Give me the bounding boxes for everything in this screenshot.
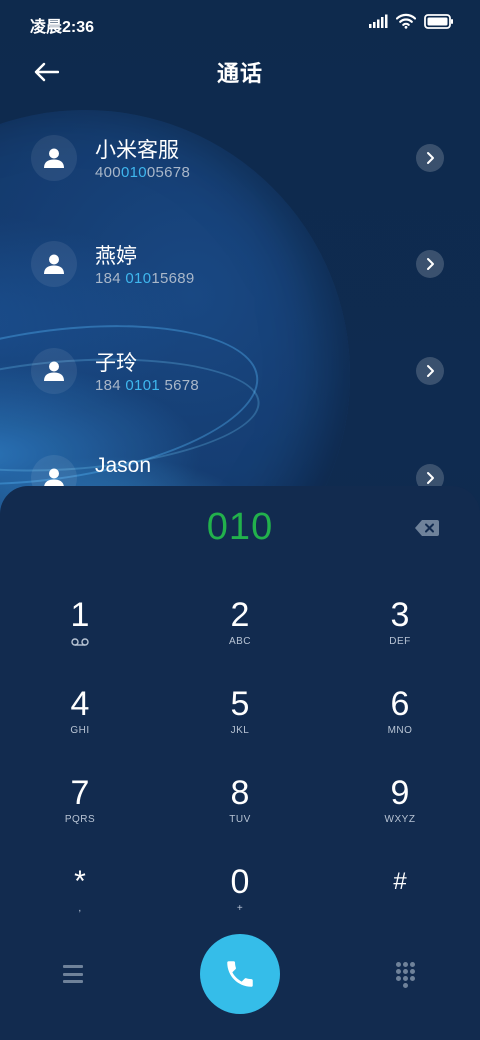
- key-letters: JKL: [230, 725, 250, 736]
- avatar: [31, 241, 77, 287]
- title-bar: 通话: [0, 44, 480, 100]
- key-letters: ,: [78, 903, 82, 914]
- key-5[interactable]: 5 JKL: [180, 685, 300, 765]
- key-digit: 9: [390, 774, 410, 812]
- page-title: 通话: [216, 61, 263, 86]
- key-digit: 5: [230, 685, 250, 723]
- contact-number: 184 0101 5678: [95, 377, 200, 394]
- key-digit: 0: [230, 863, 250, 901]
- avatar: [31, 135, 77, 181]
- avatar: [31, 348, 77, 394]
- key-digit: 4: [70, 685, 90, 723]
- key-4[interactable]: 4 GHI: [20, 685, 140, 765]
- key-letters: TUV: [229, 814, 251, 825]
- avatar: [31, 455, 77, 486]
- status-icons: [368, 13, 454, 29]
- phone-icon: [227, 961, 253, 987]
- key-digit: 8: [230, 774, 250, 812]
- key-1[interactable]: 1: [20, 596, 140, 676]
- menu-line: [63, 980, 83, 983]
- menu-button[interactable]: [63, 965, 83, 983]
- call-button[interactable]: [200, 934, 280, 1014]
- person-icon: [44, 148, 64, 168]
- key-letters: GHI: [70, 725, 90, 736]
- key-digit: 3: [390, 596, 410, 634]
- key-letters: ABC: [228, 636, 252, 647]
- status-bar: 凌晨2:36: [0, 0, 480, 44]
- dialpad-dot: [410, 962, 415, 967]
- person-icon: [44, 468, 64, 486]
- key-3[interactable]: 3 DEF: [340, 596, 460, 676]
- key-letters: WXYZ: [384, 814, 416, 825]
- key-digit: 7: [70, 774, 90, 812]
- contact-number: 40001005678: [95, 164, 191, 181]
- key-star[interactable]: * ,: [20, 863, 140, 943]
- contact-name: 小米客服: [95, 139, 179, 162]
- key-2[interactable]: 2 ABC: [180, 596, 300, 676]
- key-7[interactable]: 7 PQRS: [20, 774, 140, 854]
- key-letters: +: [236, 903, 244, 914]
- contact-name: 燕婷: [95, 245, 137, 268]
- dialpad-dot: [410, 976, 415, 981]
- dialpad-dot: [403, 969, 408, 974]
- backspace-icon: [415, 520, 439, 536]
- dialed-number[interactable]: 010: [0, 506, 480, 549]
- status-time: 凌晨2:36: [30, 19, 95, 36]
- backspace-button[interactable]: [412, 516, 442, 540]
- key-digit: *: [74, 865, 86, 898]
- dialpad-dot: [396, 962, 401, 967]
- key-6[interactable]: 6 MNO: [340, 685, 460, 765]
- key-digit: 1: [70, 596, 90, 634]
- chevron-right-icon: [427, 152, 434, 164]
- key-letters: PQRS: [64, 814, 96, 825]
- key-digit: 2: [230, 596, 250, 634]
- dialpad-dot: [403, 983, 408, 988]
- dialpad-toggle-button[interactable]: [394, 961, 418, 989]
- menu-line: [63, 972, 83, 976]
- contact-detail-button[interactable]: [416, 357, 444, 385]
- key-0[interactable]: 0 +: [180, 863, 300, 943]
- signal-icon: [369, 14, 388, 28]
- dialer-screen: 凌晨2:36 通话 小米客服 40001005678 燕婷 184 010156…: [0, 0, 480, 1040]
- key-hash[interactable]: #: [340, 863, 460, 943]
- key-digit: #: [393, 868, 407, 895]
- person-icon: [44, 254, 64, 274]
- key-9[interactable]: 9 WXYZ: [340, 774, 460, 854]
- chevron-right-icon: [427, 472, 434, 484]
- dialpad-dot: [403, 962, 408, 967]
- contact-name: 子玲: [95, 352, 137, 375]
- contact-item[interactable]: 燕婷 184 01015689: [0, 210, 480, 316]
- contact-detail-button[interactable]: [416, 464, 444, 486]
- key-8[interactable]: 8 TUV: [180, 774, 300, 854]
- dialer-panel: 010 1 2 ABC 3 DEF 4 GHI 5 JKL 6 MNO 7 PQ…: [0, 486, 480, 1040]
- contact-item[interactable]: 子玲 184 0101 5678: [0, 317, 480, 423]
- key-letters: MNO: [387, 725, 413, 736]
- contact-detail-button[interactable]: [416, 144, 444, 172]
- chevron-right-icon: [427, 365, 434, 377]
- contact-name: Jason: [95, 454, 152, 477]
- dialpad-dot: [410, 969, 415, 974]
- dialpad-dot: [396, 969, 401, 974]
- chevron-right-icon: [427, 258, 434, 270]
- battery-icon: [424, 13, 453, 29]
- contact-detail-button[interactable]: [416, 250, 444, 278]
- contact-suggestions: 小米客服 40001005678 燕婷 184 01015689 子玲 184 …: [0, 104, 480, 486]
- contact-number: 184 01015689: [95, 270, 195, 287]
- contact-item[interactable]: 小米客服 40001005678: [0, 104, 480, 210]
- wifi-icon: [396, 13, 416, 29]
- dialpad-dot: [396, 976, 401, 981]
- key-digit: 6: [390, 685, 410, 723]
- dialpad-dot: [403, 976, 408, 981]
- menu-line: [63, 965, 83, 968]
- person-icon: [44, 361, 64, 381]
- dialer-bottom-bar: [0, 934, 480, 1024]
- key-letters: DEF: [389, 636, 411, 647]
- voicemail-icon: [71, 638, 89, 646]
- contact-item[interactable]: Jason: [0, 424, 480, 486]
